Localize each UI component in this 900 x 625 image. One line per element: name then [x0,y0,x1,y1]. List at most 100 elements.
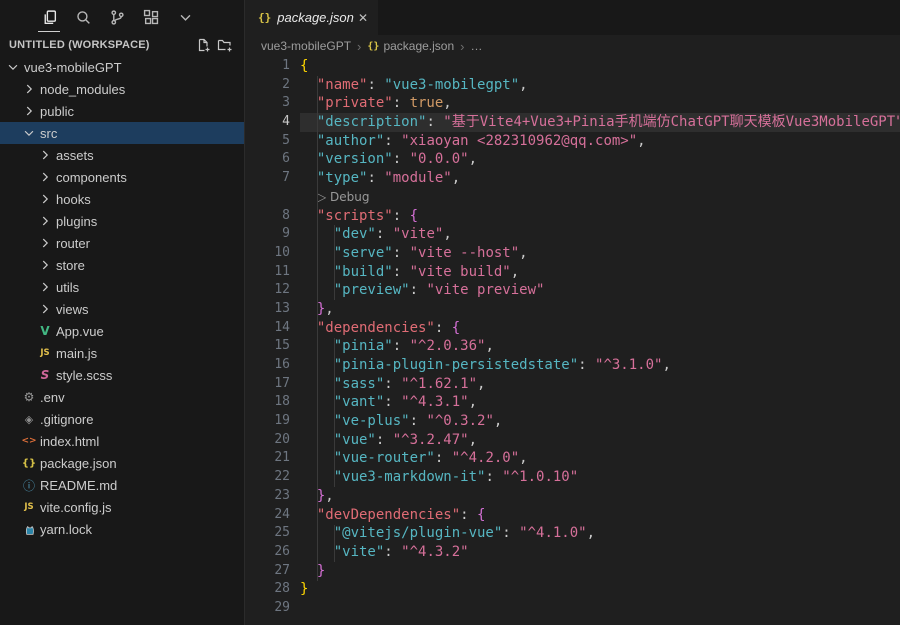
code-line-9[interactable]: 9 "dev": "vite", [246,225,900,244]
code-line-12[interactable]: 12 "preview": "vite preview" [246,281,900,300]
code-line-18[interactable]: 18 "vant": "^4.3.1", [246,393,900,412]
code-line-text: "description": "基于Vite4+Vue3+Pinia手机端仿Ch… [300,113,900,132]
code-line-10[interactable]: 10 "serve": "vite --host", [246,244,900,263]
code-line-29[interactable]: 29 [246,599,900,618]
chevron-right-icon [36,276,54,298]
tree-item-index-html[interactable]: <>index.html [0,430,244,452]
tree-item-plugins[interactable]: plugins [0,210,244,232]
tree-item-router[interactable]: router [0,232,244,254]
breadcrumb-item[interactable]: … [471,39,483,53]
codelens-row: ▷ Debug [246,188,900,207]
code-line-15[interactable]: 15 "pinia": "^2.0.36", [246,337,900,356]
new-folder-button[interactable] [214,35,236,55]
scss-file-icon: S [36,364,54,386]
tree-item-readme-md[interactable]: ⓘREADME.md [0,474,244,496]
tree-item-style-scss[interactable]: Sstyle.scss [0,364,244,386]
tree-item-src[interactable]: src [0,122,244,144]
extensions-icon[interactable] [136,2,166,32]
editor-group: {} package.json ✕ vue3-mobileGPT › {}packa… [246,0,900,625]
tree-item-label: views [56,302,89,317]
tree-item-package-json[interactable]: {}package.json [0,452,244,474]
code-line-2[interactable]: 2 "name": "vue3-mobilegpt", [246,76,900,95]
code-line-4[interactable]: 4 "description": "基于Vite4+Vue3+Pinia手机端仿… [246,113,900,132]
chevron-right-icon [36,166,54,188]
tree-item-label: yarn.lock [40,522,92,537]
line-number: 22 [246,468,290,487]
tree-item-label: plugins [56,214,97,229]
code-line-26[interactable]: 26 "vite": "^4.3.2" [246,543,900,562]
tree-item-hooks[interactable]: hooks [0,188,244,210]
line-number: 23 [246,487,290,506]
tree-item-app-vue[interactable]: VApp.vue [0,320,244,342]
code-line-text: "dev": "vite", [300,225,878,244]
line-number: 6 [246,150,290,169]
code-line-6[interactable]: 6 "version": "0.0.0", [246,150,900,169]
code-line-13[interactable]: 13 }, [246,300,900,319]
tree-item-assets[interactable]: assets [0,144,244,166]
json-file-icon: {} [367,41,379,52]
tree-item-label: public [40,104,74,119]
explorer-icon[interactable] [34,2,64,32]
code-line-7[interactable]: 7 "type": "module", [246,169,900,188]
line-number: 29 [246,599,290,618]
code-editor[interactable]: 1{2 "name": "vue3-mobilegpt",3 "private"… [246,57,900,618]
code-line-5[interactable]: 5 "author": "xiaoyan <282310962@qq.com>"… [246,132,900,151]
code-line-20[interactable]: 20 "vue": "^3.2.47", [246,431,900,450]
code-line-25[interactable]: 25 "@vitejs/plugin-vue": "^4.1.0", [246,524,900,543]
code-line-28[interactable]: 28} [246,580,900,599]
tree-item-label: components [56,170,127,185]
close-tab-icon[interactable]: ✕ [356,9,370,27]
tree-item-vite-config-js[interactable]: JSvite.config.js [0,496,244,518]
code-line-22[interactable]: 22 "vue3-markdown-it": "^1.0.10" [246,468,900,487]
codelens-debug-link[interactable]: ▷ Debug [300,188,900,207]
line-number: 14 [246,319,290,338]
tree-item-label: router [56,236,90,251]
tab-package-json[interactable]: {} package.json ✕ [246,0,378,35]
breadcrumb-item[interactable]: {}package.json [367,39,454,53]
code-line-text: "sass": "^1.62.1", [300,375,878,394]
tree-item-utils[interactable]: utils [0,276,244,298]
code-line-text: "vue-router": "^4.2.0", [300,449,878,468]
code-line-24[interactable]: 24 "devDependencies": { [246,506,900,525]
tree-item-components[interactable]: components [0,166,244,188]
code-line-19[interactable]: 19 "ve-plus": "^0.3.2", [246,412,900,431]
line-number: 19 [246,412,290,431]
line-number: 1 [246,57,290,76]
source-control-icon[interactable] [102,2,132,32]
tree-item-node-modules[interactable]: node_modules [0,78,244,100]
tree-item-vue3-mobilegpt[interactable]: vue3-mobileGPT [0,56,244,78]
code-line-1[interactable]: 1{ [246,57,900,76]
tree-item-label: main.js [56,346,97,361]
code-line-text: "@vitejs/plugin-vue": "^4.1.0", [300,524,878,543]
code-line-27[interactable]: 27 } [246,562,900,581]
html-file-icon: <> [20,430,38,452]
more-icon[interactable] [170,2,200,32]
code-line-text: }, [300,487,878,506]
tree-item-yarn-lock[interactable]: yarn.lock [0,518,244,540]
code-line-text: "pinia-plugin-persistedstate": "^3.1.0", [300,356,878,375]
code-line-21[interactable]: 21 "vue-router": "^4.2.0", [246,449,900,468]
breadcrumb-item[interactable]: vue3-mobileGPT [261,39,351,53]
tree-item-public[interactable]: public [0,100,244,122]
tree-item--gitignore[interactable]: ◈.gitignore [0,408,244,430]
code-line-14[interactable]: 14 "dependencies": { [246,319,900,338]
breadcrumb-separator: › [357,39,361,54]
tree-item--env[interactable]: ⚙.env [0,386,244,408]
code-line-16[interactable]: 16 "pinia-plugin-persistedstate": "^3.1.… [246,356,900,375]
code-line-text: "preview": "vite preview" [300,281,878,300]
code-line-17[interactable]: 17 "sass": "^1.62.1", [246,375,900,394]
tree-item-store[interactable]: store [0,254,244,276]
code-line-text: "vant": "^4.3.1", [300,393,878,412]
tree-item-views[interactable]: views [0,298,244,320]
tree-item-main-js[interactable]: JSmain.js [0,342,244,364]
new-file-button[interactable] [192,35,214,55]
search-icon[interactable] [68,2,98,32]
code-line-11[interactable]: 11 "build": "vite build", [246,263,900,282]
code-line-text: "version": "0.0.0", [300,150,878,169]
code-line-8[interactable]: 8 "scripts": { [246,207,900,226]
code-line-3[interactable]: 3 "private": true, [246,94,900,113]
code-line-23[interactable]: 23 }, [246,487,900,506]
tree-item-label: index.html [40,434,99,449]
line-number: 24 [246,506,290,525]
explorer-section-header[interactable]: UNTITLED (WORKSPACE) [0,34,244,56]
